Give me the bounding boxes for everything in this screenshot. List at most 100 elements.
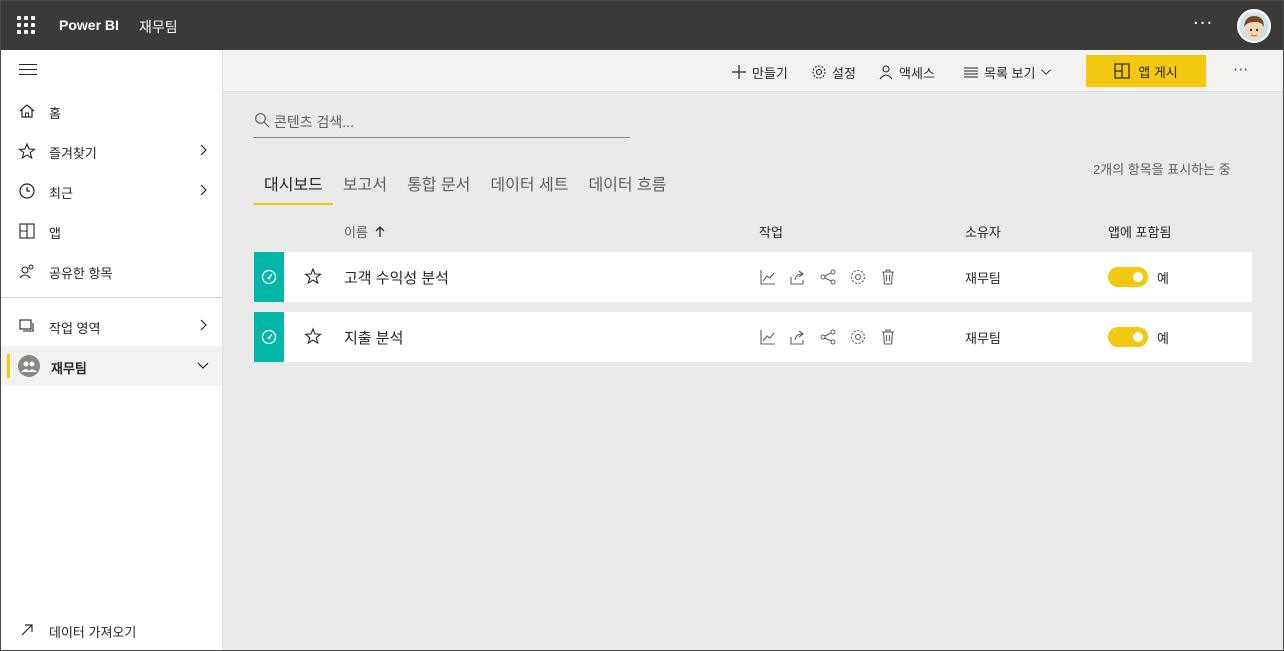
favorite-star-icon[interactable] [304,327,322,345]
settings-button[interactable]: 설정 [811,62,856,82]
share-icon[interactable] [789,328,807,346]
sidebar-item-shared[interactable]: 공유한 항목 [1,251,222,291]
left-nav: 홈 즐겨찾기 최근 앱 공유한 항목 작업 영역 재무팀 데이터 가져오기 [1,50,223,650]
share-icon[interactable] [789,268,807,286]
dashboard-type-tile [254,312,284,362]
avatar[interactable] [1237,9,1271,43]
chevron-right-icon[interactable] [197,184,209,196]
row-actions [759,268,897,286]
sidebar-item-label: 재무팀 [51,361,87,376]
hamburger-menu-icon[interactable] [19,64,37,78]
create-button[interactable]: 만들기 [731,62,788,82]
workspace-avatar-icon [18,355,40,377]
app-launcher-icon[interactable] [17,16,35,34]
search-input[interactable] [274,111,624,133]
sidebar-item-label: 작업 영역 [49,321,101,336]
owner-cell: 재무팀 [965,331,1001,346]
create-label: 만들기 [752,65,788,81]
home-icon [19,104,35,118]
gear-icon [812,65,826,79]
brand-name[interactable]: Power BI [59,17,119,33]
access-button[interactable]: 액세스 [878,62,935,82]
table-row[interactable]: 지출 분석 재무팀 예 [254,312,1252,362]
clock-icon [19,183,35,199]
sidebar-item-favorites[interactable]: 즐겨찾기 [1,131,222,171]
tab-dataflows[interactable]: 데이터 흐름 [578,169,676,205]
sidebar-item-label: 홈 [49,106,61,121]
view-usage-metrics-icon[interactable] [759,328,777,346]
owner-column-header[interactable]: 소유자 [965,222,1001,241]
content-search[interactable] [253,108,630,138]
apps-icon [19,223,35,239]
table-row[interactable]: 고객 수익성 분석 재무팀 예 [254,252,1252,302]
owner-cell: 재무팀 [965,271,1001,286]
dashboard-type-tile [254,252,284,302]
actions-column-header: 작업 [759,225,783,240]
person-icon [879,65,893,80]
action-bar: 만들기 설정 액세스 목록 보기 앱 게시 ··· [223,50,1283,92]
include-in-app-label: 예 [1157,331,1169,346]
dashboard-gauge-icon [261,329,277,345]
sidebar-item-label: 앱 [49,226,61,241]
sidebar-item-recent[interactable]: 최근 [1,171,222,211]
sidebar-item-apps[interactable]: 앱 [1,211,222,251]
active-indicator [7,354,10,378]
share-network-icon[interactable] [819,268,837,286]
item-name-link[interactable]: 고객 수익성 분석 [344,267,449,288]
table-header: 이름 작업 소유자 앱에 포함됨 [223,222,1283,242]
name-header-label: 이름 [344,225,368,240]
star-icon [18,142,36,160]
app-window: Power BI 재무팀 ··· 홈 즐겨찾기 최근 앱 공유한 항목 작업 영… [0,0,1284,651]
item-count: 2개의 항목을 표시하는 중 [1093,162,1231,177]
name-column-header[interactable]: 이름 [344,222,386,241]
plus-icon [732,65,746,79]
include-in-app-toggle[interactable] [1108,327,1148,347]
view-usage-metrics-icon[interactable] [759,268,777,286]
shared-icon [19,264,34,279]
chevron-down-icon[interactable] [197,359,209,371]
dashboard-gauge-icon [261,269,277,285]
sidebar-item-finance-workspace[interactable]: 재무팀 [1,346,222,386]
tab-workbooks[interactable]: 통합 문서 [397,169,480,205]
sidebar-item-home[interactable]: 홈 [1,91,222,131]
gear-icon[interactable] [849,268,867,286]
include-in-app-label: 예 [1157,271,1169,286]
tab-datasets[interactable]: 데이터 세트 [480,169,578,205]
access-label: 액세스 [899,65,935,81]
sidebar-item-label: 데이터 가져오기 [49,625,137,640]
apps-icon [1114,63,1130,79]
view-label: 목록 보기 [984,65,1036,81]
workspaces-icon [19,319,34,332]
chevron-right-icon[interactable] [197,144,209,156]
chevron-right-icon[interactable] [197,319,209,331]
included-column-header[interactable]: 앱에 포함됨 [1108,222,1171,241]
favorite-star-icon[interactable] [304,267,322,285]
arrow-up-right-icon [21,624,33,636]
delete-icon[interactable] [879,268,897,286]
settings-label: 설정 [832,65,856,81]
content-tabs: 대시보드 보고서 통합 문서 데이터 세트 데이터 흐름 [254,169,676,207]
more-options-icon[interactable]: ··· [1233,60,1248,79]
tab-dashboards[interactable]: 대시보드 [254,169,333,205]
share-network-icon[interactable] [819,328,837,346]
tab-reports[interactable]: 보고서 [333,169,397,205]
row-actions [759,328,897,346]
publish-app-button[interactable]: 앱 게시 [1086,55,1206,87]
sidebar-item-label: 공유한 항목 [49,266,113,281]
item-name-link[interactable]: 지출 분석 [344,327,403,348]
breadcrumb-workspace[interactable]: 재무팀 [139,17,178,37]
sidebar-item-label: 즐겨찾기 [49,146,97,161]
chevron-down-icon [1041,69,1052,75]
search-icon [255,113,270,128]
sort-up-icon [375,225,385,237]
gear-icon[interactable] [849,328,867,346]
include-in-app-toggle[interactable] [1108,267,1148,287]
sidebar-item-workspaces[interactable]: 작업 영역 [1,306,222,346]
delete-icon[interactable] [879,328,897,346]
top-bar: Power BI 재무팀 ··· [1,1,1283,50]
view-dropdown[interactable]: 목록 보기 [963,62,1052,82]
more-options-icon[interactable]: ··· [1193,13,1213,34]
publish-label: 앱 게시 [1138,64,1178,80]
divider [1,297,222,298]
sidebar-item-get-data[interactable]: 데이터 가져오기 [1,610,222,650]
